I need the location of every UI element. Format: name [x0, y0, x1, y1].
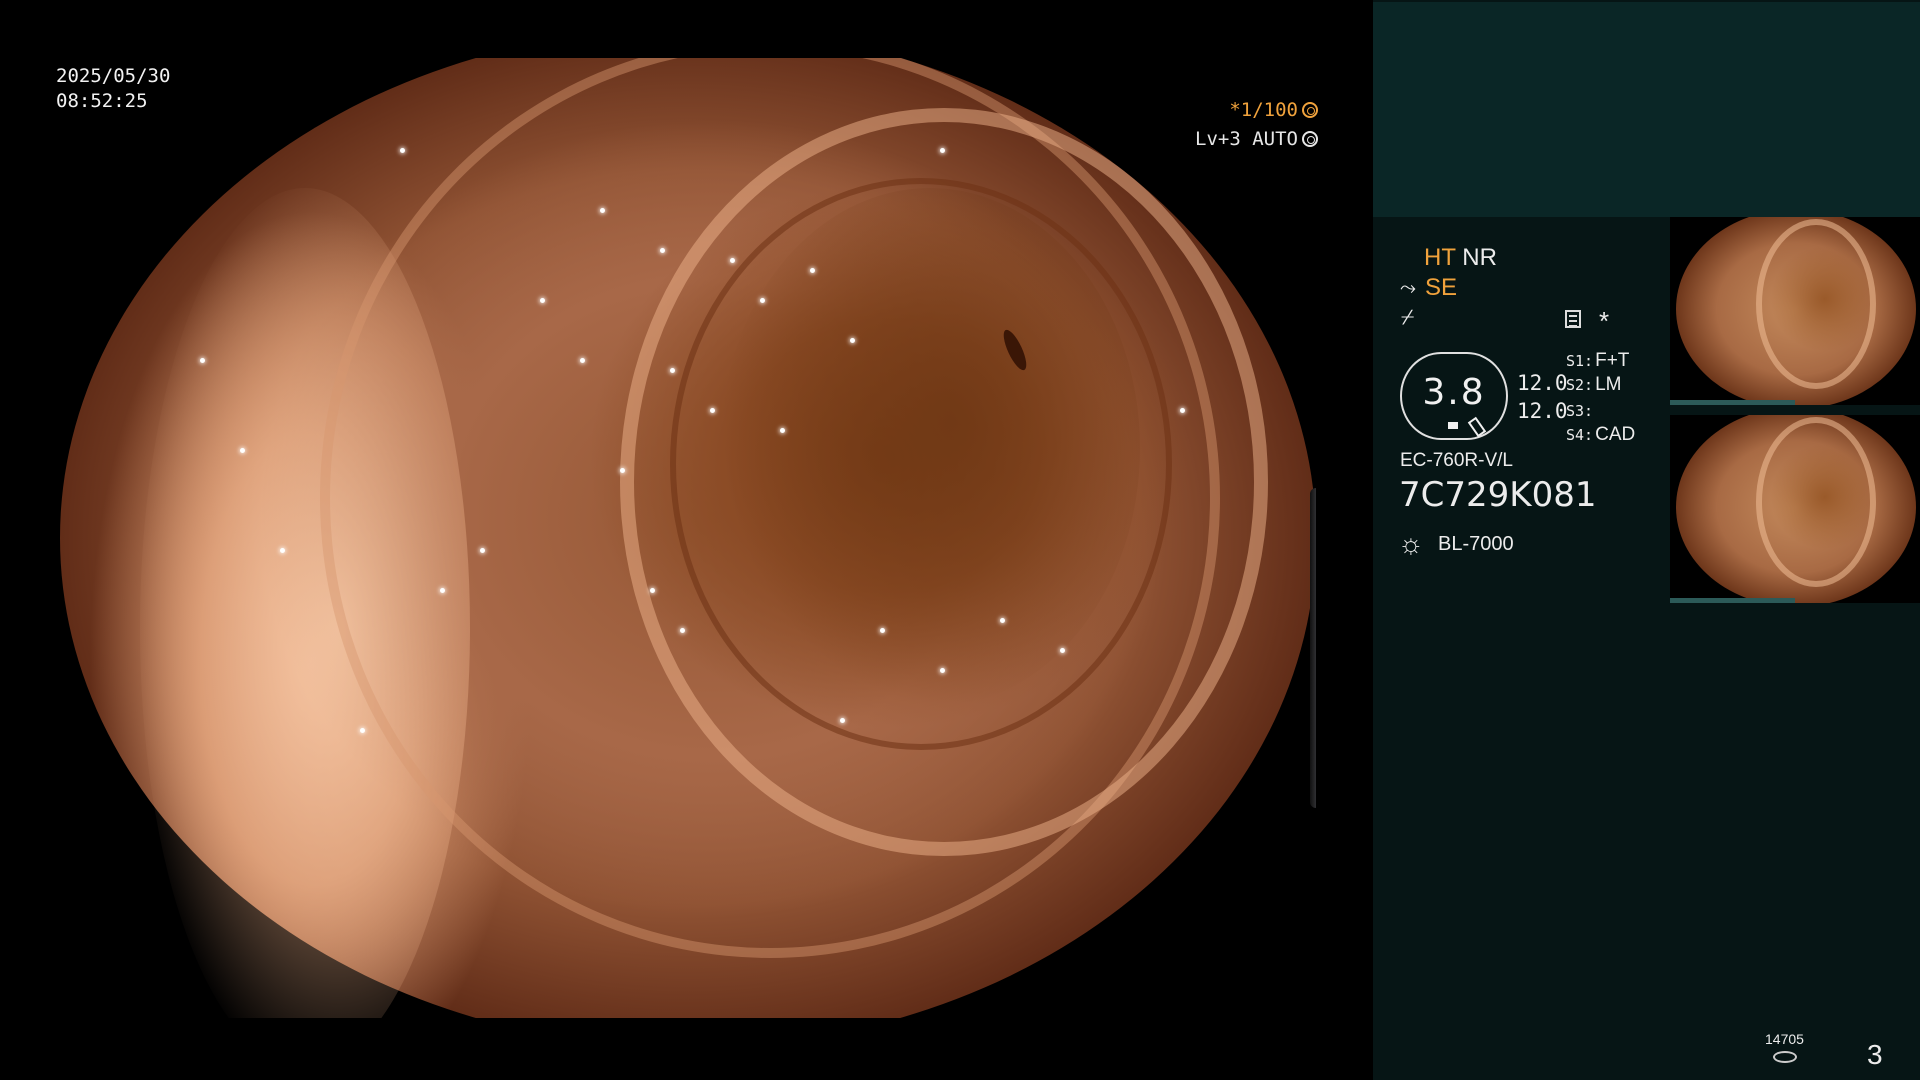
sun-lamp-icon: ☼: [1398, 528, 1424, 559]
specular-highlight: [600, 208, 605, 213]
setting-value-2: 12.0: [1517, 399, 1568, 423]
capture-indicator: *: [1599, 306, 1610, 336]
specular-highlight: [620, 468, 625, 473]
image-processing-modes: HT NR: [1424, 244, 1497, 272]
exam-time: 08:52:25: [56, 90, 148, 112]
light-source-model: BL-7000: [1438, 533, 1514, 555]
structure-enhance-icon: ⤳: [1400, 277, 1416, 299]
specular-highlight: [710, 408, 715, 413]
specular-highlight: [1180, 408, 1185, 413]
specular-highlight: [880, 628, 885, 633]
specular-highlight: [680, 628, 685, 633]
enhancement-icon: ⌿: [1401, 304, 1415, 329]
menu-icon: [1565, 310, 1581, 328]
scope-model: EC-760R-V/L: [1400, 450, 1513, 471]
storage-disk-icon: [1773, 1051, 1797, 1063]
specular-highlight: [1000, 618, 1005, 623]
zoom-tick-icon: [1467, 416, 1487, 438]
thumbnail-image: [1676, 415, 1916, 603]
scope-switch-2: S2: LM: [1566, 374, 1622, 395]
aperture-icon: [1302, 102, 1318, 118]
specular-highlight: [810, 268, 815, 273]
thumbnail-image: [1676, 217, 1916, 405]
info-panel: HT NR ⤳ SE ⌿ * 3.8 12.0 12.0 S1: F+T S2: L…: [1373, 0, 1920, 1080]
specular-highlight: [400, 148, 405, 153]
specular-highlight: [660, 248, 665, 253]
iris-level-label: Lv+3 AUTO: [1195, 128, 1298, 150]
setting-value-1: 12.0: [1517, 371, 1568, 395]
specular-highlight: [200, 358, 205, 363]
image-counter: 14705: [1765, 1031, 1804, 1047]
iris-icon: [1302, 131, 1318, 147]
scope-switch-3: S3:: [1566, 402, 1594, 420]
endoscope-display: 2025/05/30 08:52:25 *1/100 Lv+3 AUTO HT …: [0, 0, 1920, 1080]
nr-mode: NR: [1462, 244, 1497, 271]
specular-highlight: [940, 668, 945, 673]
specular-highlight: [280, 548, 285, 553]
zoom-indicator: 3.8: [1400, 352, 1508, 440]
specular-highlight: [780, 428, 785, 433]
ht-mode: HT: [1424, 244, 1456, 271]
specular-highlight: [480, 548, 485, 553]
specular-highlight: [580, 358, 585, 363]
specular-highlight: [240, 448, 245, 453]
iris-level: Lv+3 AUTO: [1195, 127, 1318, 152]
specular-highlight: [760, 298, 765, 303]
zoom-value: 3.8: [1422, 372, 1486, 413]
instrument-tip: [1310, 488, 1316, 808]
scope-serial: 7C729K081: [1399, 475, 1597, 515]
specular-highlight: [360, 728, 365, 733]
scope-switch-4: S4: CAD: [1566, 424, 1636, 445]
exam-date: 2025/05/30: [56, 65, 171, 87]
shutter-speed-label: *1/100: [1229, 99, 1298, 121]
endoscope-live-image: [60, 58, 1316, 1018]
specular-highlight: [1060, 648, 1065, 653]
specular-highlight: [850, 338, 855, 343]
thumbnail-bar: [1670, 400, 1795, 405]
specular-highlight: [540, 298, 545, 303]
shutter-speed: *1/100: [1229, 98, 1318, 123]
page-number: 3: [1867, 1039, 1883, 1070]
captured-thumbnail-1[interactable]: [1670, 217, 1920, 405]
specular-highlight: [650, 588, 655, 593]
specular-highlight: [840, 718, 845, 723]
zoom-position-mark: [1448, 422, 1458, 429]
thumbnail-bar: [1670, 598, 1795, 603]
patient-info-area: [1373, 2, 1920, 217]
specular-highlight: [730, 258, 735, 263]
thumbnail-fold: [1756, 219, 1876, 389]
endoscope-circle-frame: [60, 58, 1316, 1018]
specular-highlight: [670, 368, 675, 373]
captured-thumbnail-2[interactable]: [1670, 415, 1920, 603]
haustral-fold: [670, 178, 1172, 750]
se-mode: SE: [1425, 274, 1458, 301]
scope-switch-1: S1: F+T: [1566, 350, 1630, 371]
specular-highlight: [440, 588, 445, 593]
thumbnail-fold: [1756, 417, 1876, 587]
specular-highlight: [940, 148, 945, 153]
